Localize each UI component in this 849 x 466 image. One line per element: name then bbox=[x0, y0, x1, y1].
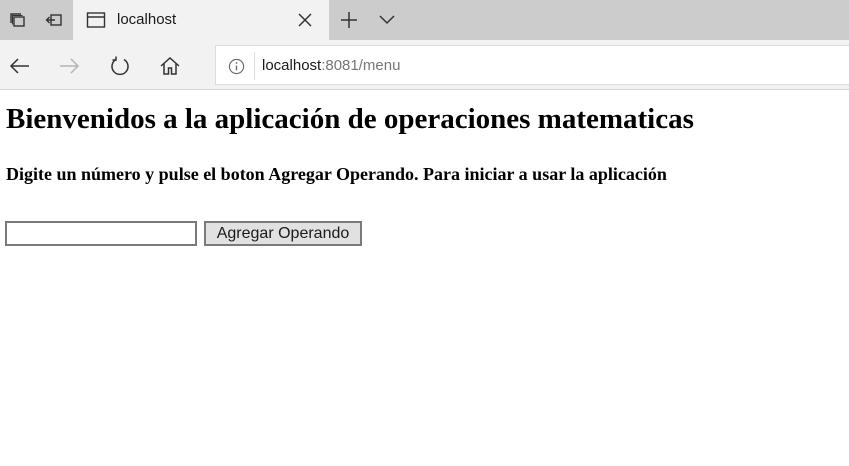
info-icon bbox=[228, 58, 244, 74]
set-aside-tabs-icon bbox=[45, 14, 62, 26]
tab-title: localhost bbox=[117, 11, 177, 28]
page-title: Bienvenidos a la aplicación de operacion… bbox=[6, 103, 694, 135]
plus-icon bbox=[341, 12, 357, 28]
url-text[interactable]: localhost:8081/menu bbox=[262, 56, 400, 76]
back-button[interactable] bbox=[0, 46, 40, 86]
close-tab-button[interactable] bbox=[295, 10, 315, 30]
tab-strip: localhost bbox=[0, 0, 849, 40]
forward-button[interactable] bbox=[49, 46, 89, 86]
forward-arrow-icon bbox=[60, 58, 80, 74]
tab-actions-button[interactable] bbox=[0, 0, 34, 40]
site-info-button[interactable] bbox=[226, 56, 246, 76]
page-content: Bienvenidos a la aplicación de operacion… bbox=[0, 91, 849, 466]
chevron-down-icon bbox=[379, 15, 395, 25]
new-tab-button[interactable] bbox=[333, 0, 365, 40]
url-host: localhost bbox=[262, 57, 322, 74]
refresh-button[interactable] bbox=[100, 46, 140, 86]
tab-list-button[interactable] bbox=[371, 0, 403, 40]
navigation-bar: localhost:8081/menu bbox=[0, 40, 849, 90]
add-operand-button[interactable]: Agregar Operando bbox=[204, 221, 362, 246]
close-icon bbox=[298, 13, 312, 27]
tab-actions-icon bbox=[10, 13, 25, 27]
active-tab[interactable]: localhost bbox=[73, 0, 329, 40]
number-input[interactable] bbox=[5, 221, 197, 246]
home-button[interactable] bbox=[150, 46, 190, 86]
home-icon bbox=[160, 56, 180, 75]
refresh-icon bbox=[111, 56, 129, 76]
address-separator bbox=[254, 52, 255, 80]
instructions-text: Digite un número y pulse el boton Agrega… bbox=[6, 164, 667, 184]
set-aside-tabs-button[interactable] bbox=[37, 0, 71, 40]
back-arrow-icon bbox=[9, 58, 29, 74]
page-favicon-icon bbox=[86, 12, 106, 28]
address-bar[interactable]: localhost:8081/menu bbox=[215, 45, 849, 85]
url-path: :8081/menu bbox=[321, 57, 401, 74]
